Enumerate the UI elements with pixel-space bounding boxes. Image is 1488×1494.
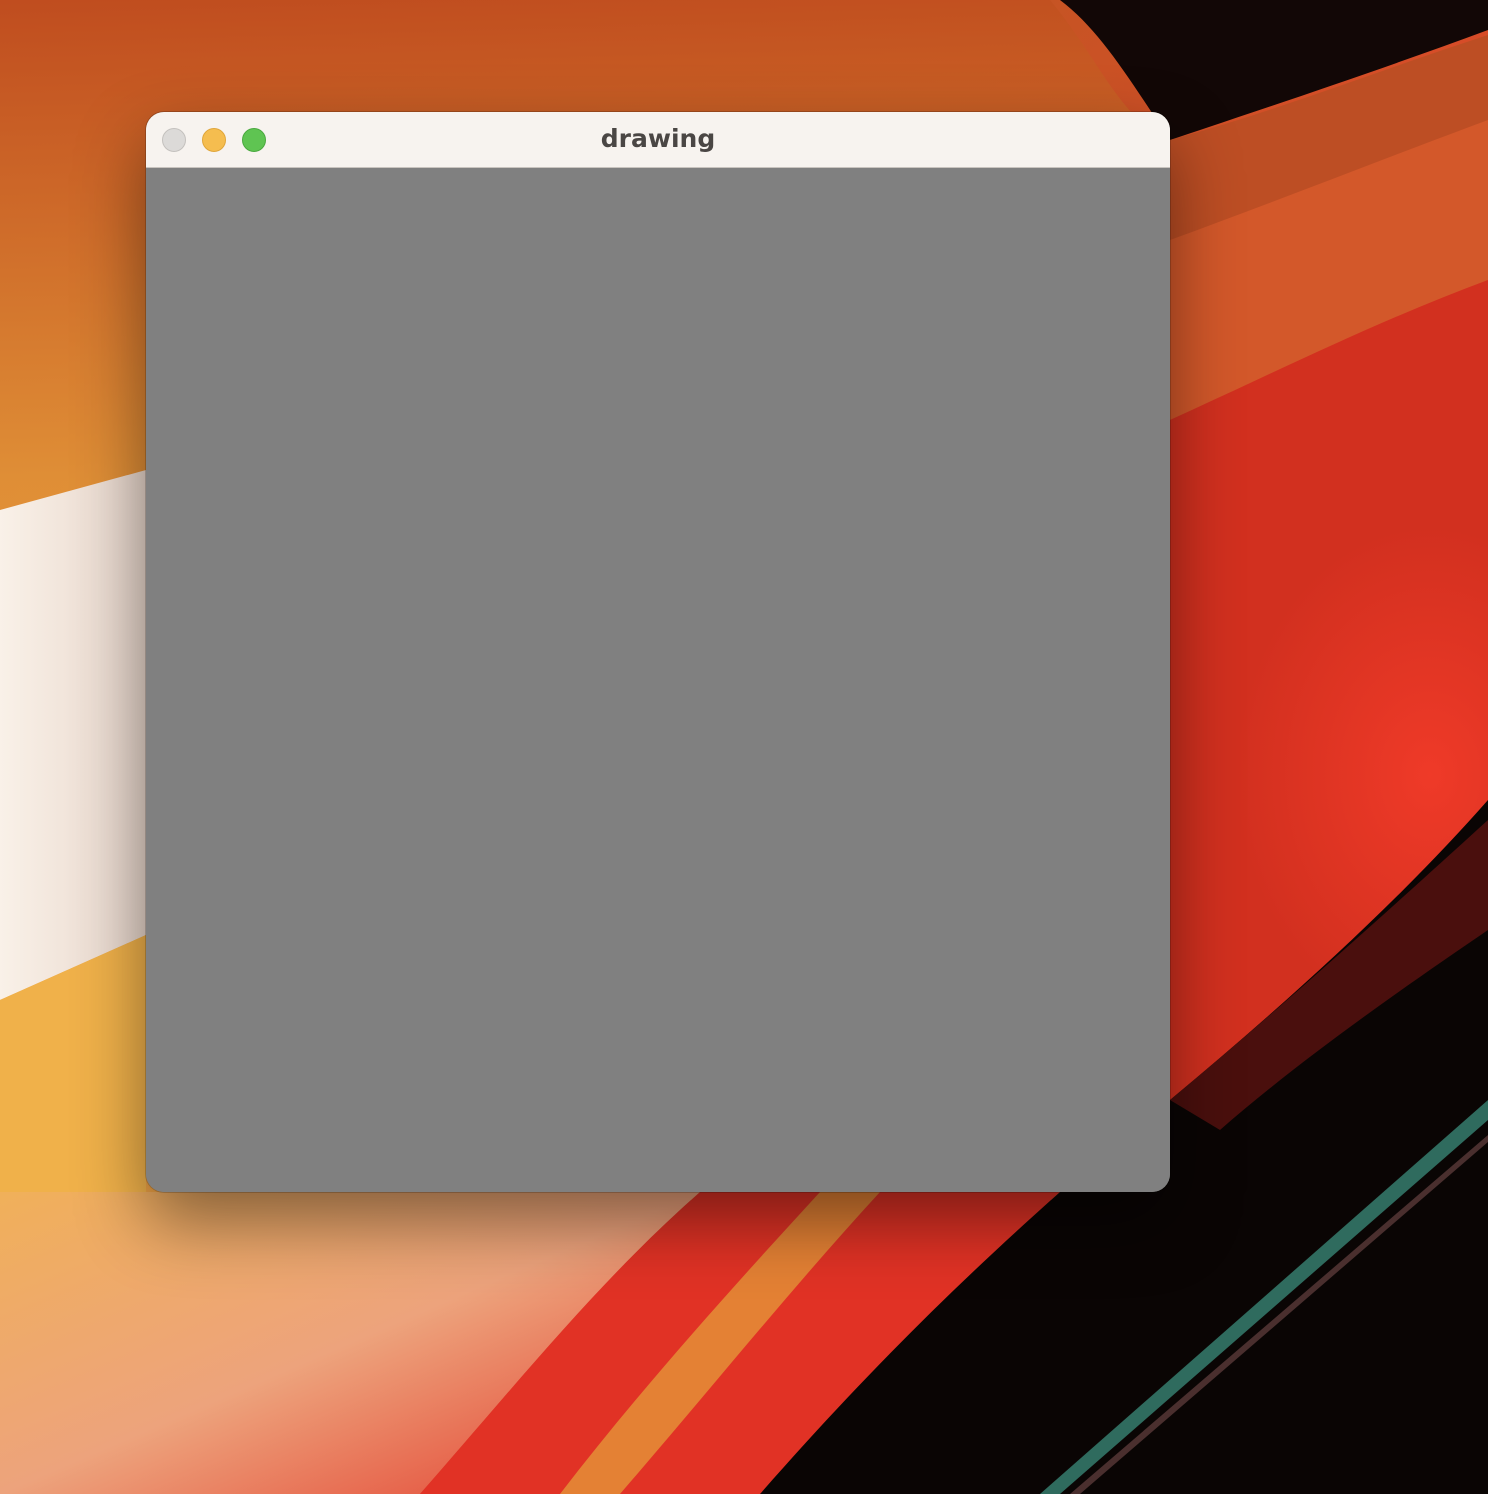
desktop: drawing bbox=[0, 0, 1488, 1494]
app-window: drawing bbox=[146, 112, 1170, 1192]
drawing-canvas[interactable] bbox=[146, 168, 1170, 1192]
window-title: drawing bbox=[600, 124, 716, 153]
window-titlebar[interactable]: drawing bbox=[146, 112, 1170, 168]
